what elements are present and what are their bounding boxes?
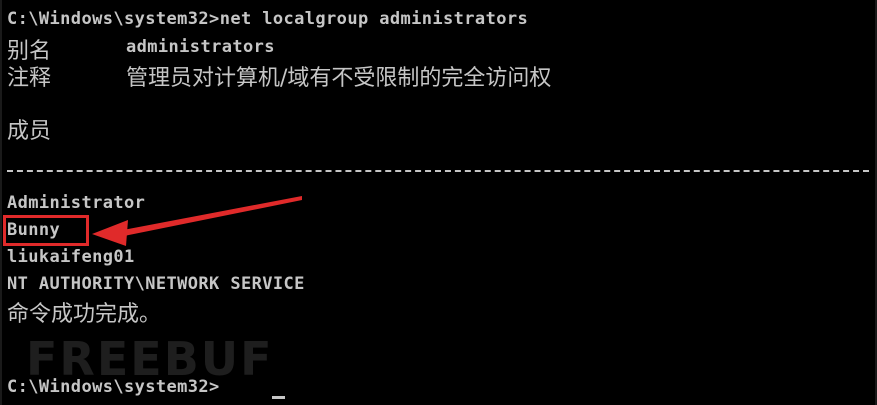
console-window[interactable]: C:\Windows\system32>net localgroup admin… [0,0,877,405]
annotation-arrow-icon [92,196,302,246]
